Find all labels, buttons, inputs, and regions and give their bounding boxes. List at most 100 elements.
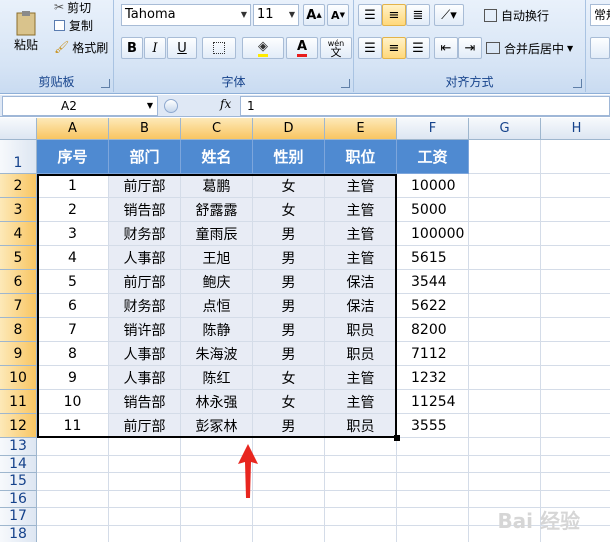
cell-B4[interactable]: 财务部 <box>109 222 181 246</box>
cell-F3[interactable]: 5000 <box>397 198 469 222</box>
formula-input[interactable]: 1 <box>240 96 610 116</box>
cell-C12[interactable]: 彭冢林 <box>181 414 253 438</box>
cell-A8[interactable]: 7 <box>37 318 109 342</box>
row-header-9[interactable]: 9 <box>0 342 37 366</box>
cell-D12[interactable]: 男 <box>253 414 325 438</box>
header-cell-D[interactable]: 性别 <box>253 140 325 174</box>
cell-E13[interactable] <box>325 438 397 456</box>
cell-D2[interactable]: 女 <box>253 174 325 198</box>
row-header-16[interactable]: 16 <box>0 490 37 508</box>
cell-A11[interactable]: 10 <box>37 390 109 414</box>
cell-G9[interactable] <box>469 342 541 366</box>
row-header-13[interactable]: 13 <box>0 438 37 456</box>
column-header-G[interactable]: G <box>469 118 541 140</box>
cell-F2[interactable]: 10000 <box>397 174 469 198</box>
cell-E12[interactable]: 职员 <box>325 414 397 438</box>
cell-D4[interactable]: 男 <box>253 222 325 246</box>
cut-button[interactable]: ✂ 剪切 <box>54 0 91 15</box>
phonetic-button[interactable]: wén 文 <box>320 37 352 59</box>
font-launcher[interactable] <box>341 79 350 88</box>
row-header-7[interactable]: 7 <box>0 294 37 318</box>
cell-H13[interactable] <box>541 438 610 456</box>
cell-A7[interactable]: 6 <box>37 294 109 318</box>
borders-button[interactable] <box>202 37 236 59</box>
cell-E17[interactable] <box>325 508 397 526</box>
cell-A12[interactable]: 11 <box>37 414 109 438</box>
cell-C4[interactable]: 童雨辰 <box>181 222 253 246</box>
cell-E18[interactable] <box>325 525 397 542</box>
cell-E11[interactable]: 主管 <box>325 390 397 414</box>
cell-C5[interactable]: 王旭 <box>181 246 253 270</box>
cell-E9[interactable]: 职员 <box>325 342 397 366</box>
cell-E15[interactable] <box>325 473 397 491</box>
cell-H11[interactable] <box>541 390 610 414</box>
shrink-font-button[interactable]: A ▼ <box>327 4 349 26</box>
cell-A17[interactable] <box>37 508 109 526</box>
currency-button[interactable] <box>590 37 610 59</box>
column-header-B[interactable]: B <box>109 118 181 140</box>
cell-B10[interactable]: 人事部 <box>109 366 181 390</box>
format-painter-button[interactable]: 🖌 格式刷 <box>54 38 108 56</box>
alignment-launcher[interactable] <box>573 79 582 88</box>
cell-A15[interactable] <box>37 473 109 491</box>
column-header-D[interactable]: D <box>253 118 325 140</box>
cell-G6[interactable] <box>469 270 541 294</box>
cell-E16[interactable] <box>325 490 397 508</box>
cell-H9[interactable] <box>541 342 610 366</box>
cell-E3[interactable]: 主管 <box>325 198 397 222</box>
cell-F8[interactable]: 8200 <box>397 318 469 342</box>
cell-F5[interactable]: 5615 <box>397 246 469 270</box>
cell-H12[interactable] <box>541 414 610 438</box>
row-header-4[interactable]: 4 <box>0 222 37 246</box>
align-middle-button[interactable]: ≡ <box>382 4 406 26</box>
cell-B12[interactable]: 前厅部 <box>109 414 181 438</box>
cell-H10[interactable] <box>541 366 610 390</box>
cell-D15[interactable] <box>253 473 325 491</box>
cell-B11[interactable]: 销告部 <box>109 390 181 414</box>
cell-C8[interactable]: 陈静 <box>181 318 253 342</box>
cell-G10[interactable] <box>469 366 541 390</box>
cell-H3[interactable] <box>541 198 610 222</box>
align-right-button[interactable]: ☰ <box>406 37 430 59</box>
align-top-button[interactable]: ☰ <box>358 4 382 26</box>
cell-F6[interactable]: 3544 <box>397 270 469 294</box>
wrap-text-button[interactable]: 自动换行 <box>484 4 549 26</box>
font-size-combo[interactable]: 11 ▼ <box>253 4 299 26</box>
row-header-6[interactable]: 6 <box>0 270 37 294</box>
cell-B3[interactable]: 销告部 <box>109 198 181 222</box>
cell-E2[interactable]: 主管 <box>325 174 397 198</box>
cell-H7[interactable] <box>541 294 610 318</box>
row-header-17[interactable]: 17 <box>0 508 37 526</box>
cell-A18[interactable] <box>37 525 109 542</box>
cell-G5[interactable] <box>469 246 541 270</box>
cell-D3[interactable]: 女 <box>253 198 325 222</box>
cell-B14[interactable] <box>109 455 181 473</box>
cell-D11[interactable]: 女 <box>253 390 325 414</box>
row-header-8[interactable]: 8 <box>0 318 37 342</box>
cell-C9[interactable]: 朱海波 <box>181 342 253 366</box>
cell-D13[interactable] <box>253 438 325 456</box>
align-left-button[interactable]: ☰ <box>358 37 382 59</box>
cell-H4[interactable] <box>541 222 610 246</box>
cell-F11[interactable]: 11254 <box>397 390 469 414</box>
cell-C10[interactable]: 陈红 <box>181 366 253 390</box>
cell-E4[interactable]: 主管 <box>325 222 397 246</box>
row-header-12[interactable]: 12 <box>0 414 37 438</box>
cell-D8[interactable]: 男 <box>253 318 325 342</box>
cell-H14[interactable] <box>541 456 610 473</box>
italic-button[interactable]: I <box>144 37 166 59</box>
cell-G13[interactable] <box>469 438 541 456</box>
cell-F10[interactable]: 1232 <box>397 366 469 390</box>
row-header-14[interactable]: 14 <box>0 455 37 473</box>
row-header-11[interactable]: 11 <box>0 390 37 414</box>
bold-button[interactable]: B <box>121 37 143 59</box>
cell-E8[interactable]: 职员 <box>325 318 397 342</box>
font-color-button[interactable]: A <box>286 37 318 59</box>
cell-F17[interactable] <box>397 508 469 526</box>
cell-F9[interactable]: 7112 <box>397 342 469 366</box>
number-format-combo[interactable]: 常规 <box>590 4 610 26</box>
align-center-button[interactable]: ≡ <box>382 37 406 59</box>
cell-C17[interactable] <box>181 508 253 526</box>
header-cell-E[interactable]: 职位 <box>325 140 397 174</box>
cell-A10[interactable]: 9 <box>37 366 109 390</box>
